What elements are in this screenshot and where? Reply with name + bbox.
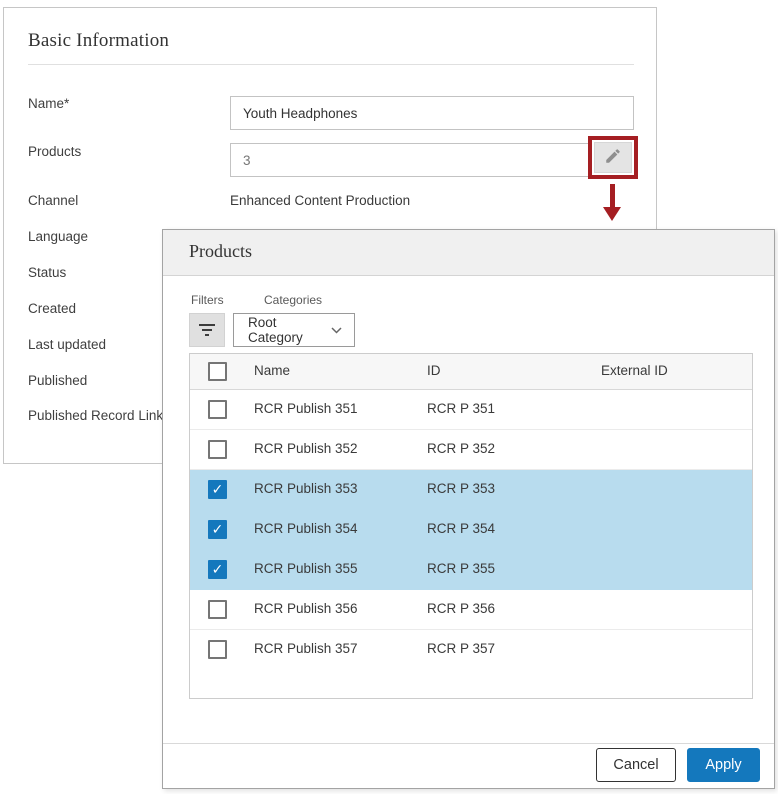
name-input[interactable] (230, 96, 634, 130)
language-label: Language (28, 227, 88, 247)
row-checkbox[interactable] (208, 600, 227, 619)
status-label: Status (28, 263, 66, 283)
name-label: Name* (28, 94, 69, 114)
column-header-name: Name (254, 363, 290, 378)
card-divider (28, 64, 634, 65)
row-name: RCR Publish 357 (254, 641, 358, 656)
channel-label: Channel (28, 191, 78, 211)
products-count-input[interactable] (230, 143, 590, 177)
select-all-checkbox[interactable] (208, 362, 227, 381)
table-body: RCR Publish 351 RCR P 351 RCR Publish 35… (190, 390, 752, 670)
row-name: RCR Publish 353 (254, 481, 358, 496)
row-checkbox[interactable] (208, 640, 227, 659)
filters-label: Filters (191, 293, 224, 307)
filter-icon (199, 324, 215, 336)
row-checkbox[interactable] (208, 560, 227, 579)
row-id: RCR P 354 (427, 521, 495, 536)
products-modal: Products Filters Categories Root Categor… (162, 229, 775, 789)
annotation-arrow-head (603, 207, 621, 221)
pencil-icon (604, 147, 622, 168)
last-updated-label: Last updated (28, 335, 106, 355)
edit-products-button[interactable] (594, 142, 632, 173)
row-checkbox[interactable] (208, 520, 227, 539)
row-name: RCR Publish 351 (254, 401, 358, 416)
cancel-button[interactable]: Cancel (596, 748, 676, 782)
column-header-id: ID (427, 363, 441, 378)
row-id: RCR P 356 (427, 601, 495, 616)
table-row[interactable]: RCR Publish 351 RCR P 351 (190, 390, 752, 430)
table-row[interactable]: RCR Publish 354 RCR P 354 (190, 510, 752, 550)
table-row[interactable]: RCR Publish 356 RCR P 356 (190, 590, 752, 630)
categories-selected-value: Root Category (248, 315, 331, 345)
products-table: Name ID External ID RCR Publish 351 RCR … (189, 353, 753, 699)
modal-title: Products (189, 241, 252, 262)
row-name: RCR Publish 354 (254, 521, 358, 536)
edit-products-highlight-box (588, 136, 638, 179)
channel-value: Enhanced Content Production (230, 191, 410, 211)
table-header-row: Name ID External ID (190, 354, 752, 390)
annotation-arrow-shaft (610, 184, 615, 209)
categories-select[interactable]: Root Category (233, 313, 355, 347)
row-id: RCR P 351 (427, 401, 495, 416)
products-label: Products (28, 142, 81, 162)
published-record-link-label: Published Record Link (28, 406, 163, 426)
row-name: RCR Publish 356 (254, 601, 358, 616)
chevron-down-icon (331, 321, 342, 339)
row-id: RCR P 355 (427, 561, 495, 576)
table-row[interactable]: RCR Publish 357 RCR P 357 (190, 630, 752, 670)
table-row[interactable]: RCR Publish 355 RCR P 355 (190, 550, 752, 590)
row-checkbox[interactable] (208, 440, 227, 459)
filter-button[interactable] (189, 313, 225, 347)
apply-button[interactable]: Apply (687, 748, 760, 782)
row-id: RCR P 357 (427, 641, 495, 656)
row-name: RCR Publish 352 (254, 441, 358, 456)
row-checkbox[interactable] (208, 480, 227, 499)
footer-divider (163, 743, 774, 744)
column-header-external-id: External ID (601, 363, 668, 378)
created-label: Created (28, 299, 76, 319)
card-title: Basic Information (28, 30, 169, 52)
row-name: RCR Publish 355 (254, 561, 358, 576)
table-row[interactable]: RCR Publish 353 RCR P 353 (190, 470, 752, 510)
table-row[interactable]: RCR Publish 352 RCR P 352 (190, 430, 752, 470)
row-id: RCR P 353 (427, 481, 495, 496)
published-label: Published (28, 371, 87, 391)
categories-label: Categories (264, 293, 322, 307)
modal-header: Products (163, 230, 774, 276)
row-checkbox[interactable] (208, 400, 227, 419)
row-id: RCR P 352 (427, 441, 495, 456)
